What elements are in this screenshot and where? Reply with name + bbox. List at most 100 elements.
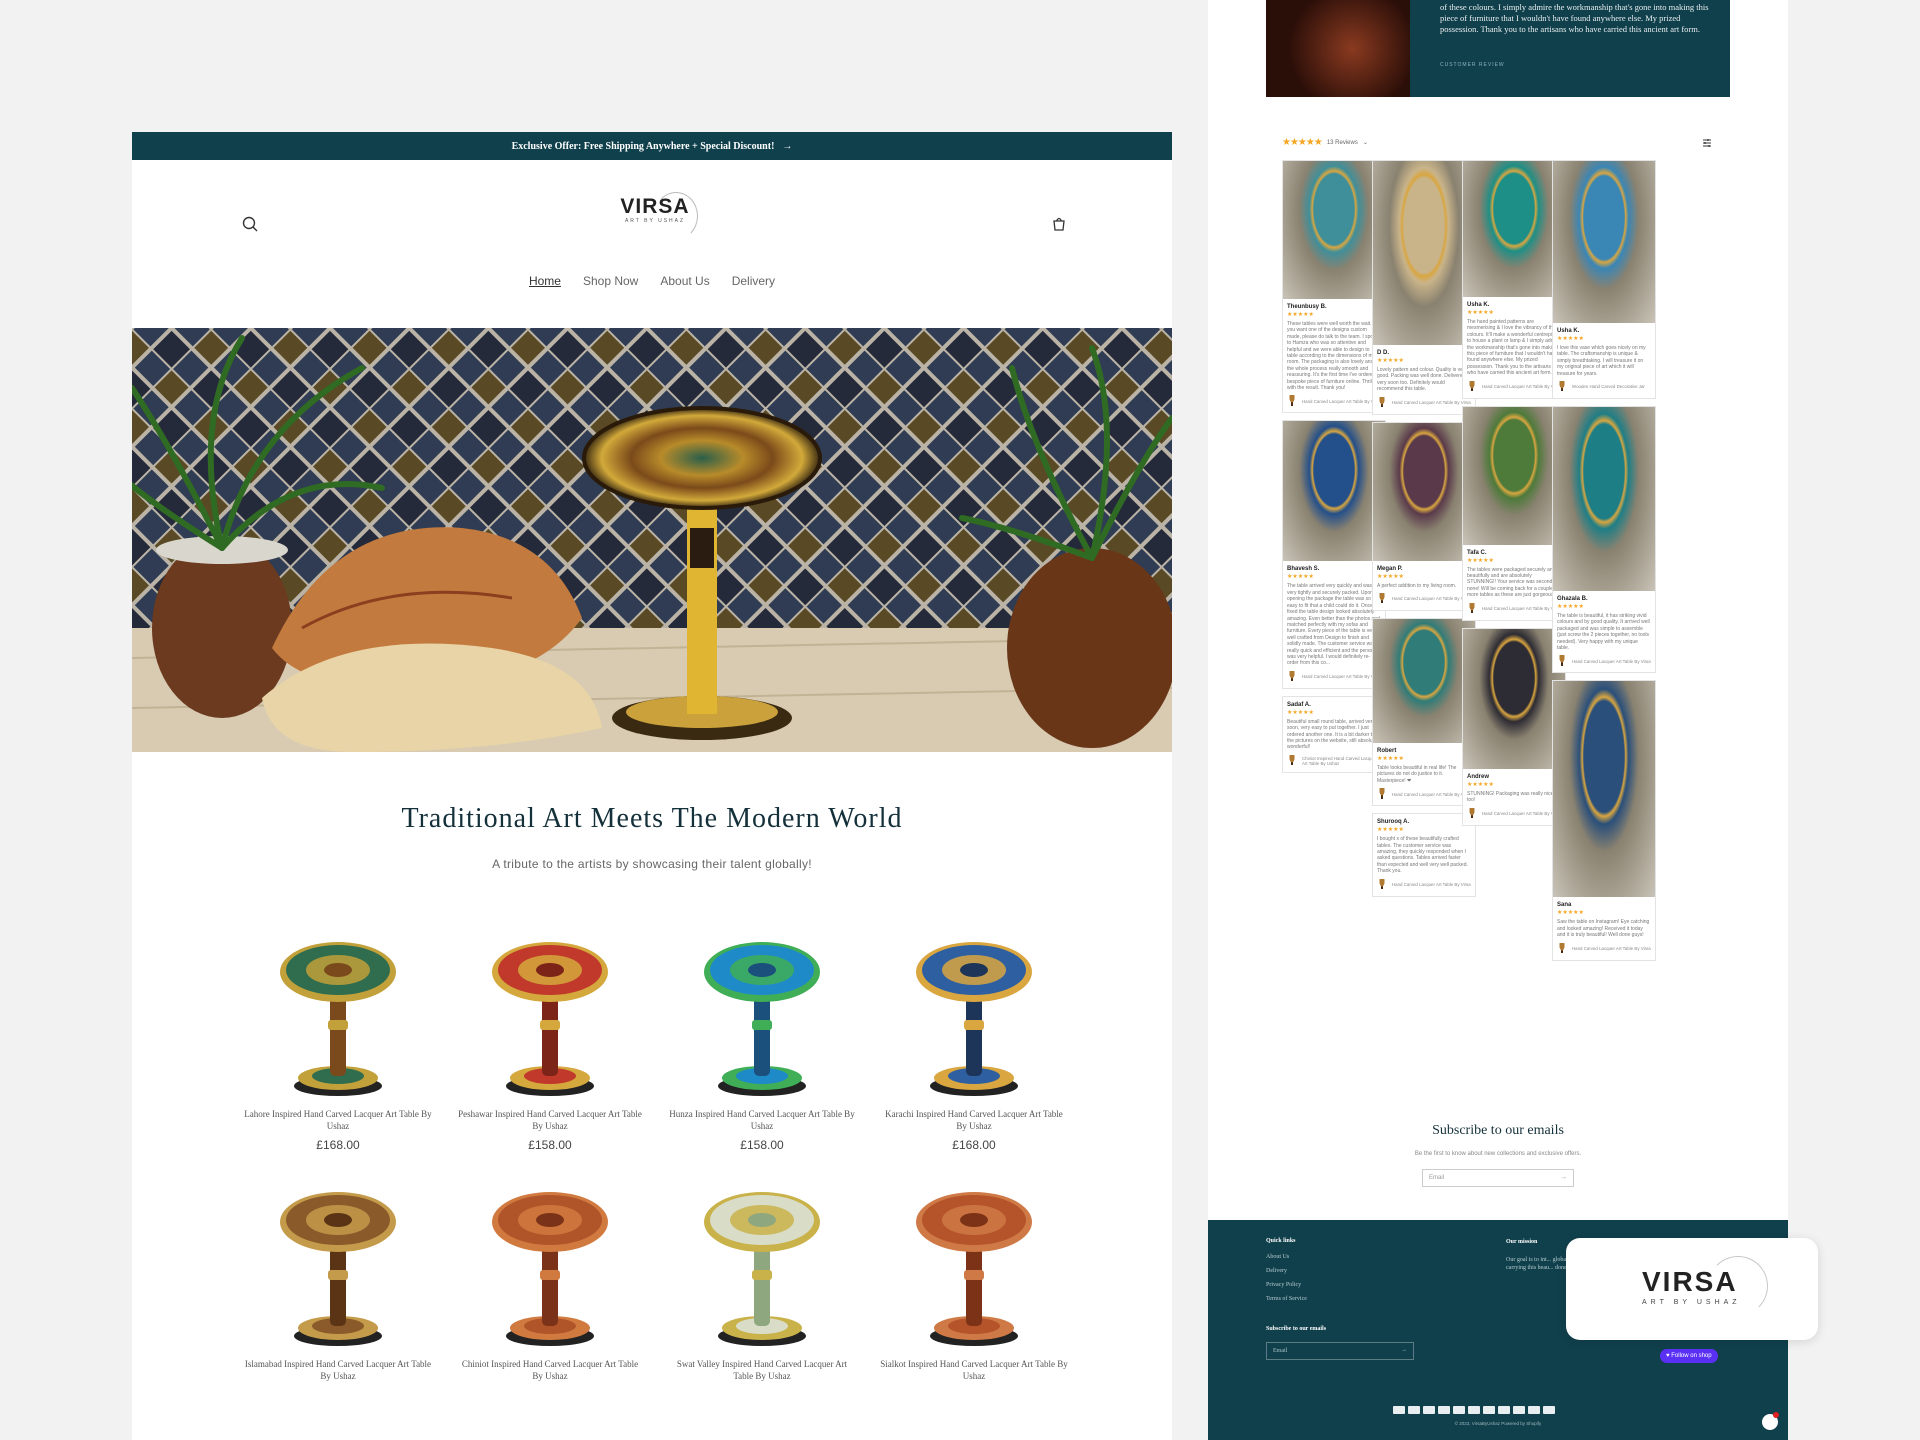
footer-link-about[interactable]: About Us: [1266, 1254, 1307, 1260]
product-thumbnail-icon: [1557, 381, 1567, 394]
product-image[interactable]: [248, 1178, 428, 1350]
testimonial-quote: of these colours. I simply admire the wo…: [1440, 2, 1709, 34]
product-title[interactable]: Sialkot Inspired Hand Carved Lacquer Art…: [868, 1358, 1080, 1382]
announcement-text: Exclusive Offer: Free Shipping Anywhere …: [511, 140, 775, 152]
review-card[interactable]: Bhavesh S. ★★★★★ The table arrived very qu…: [1282, 420, 1386, 689]
review-card[interactable]: Shurooq A. ★★★★★ I bought x of these beaut…: [1372, 813, 1476, 897]
cart-icon[interactable]: [1048, 213, 1070, 235]
product-card[interactable]: Chiniot Inspired Hand Carved Lacquer Art…: [444, 1178, 656, 1388]
review-product[interactable]: Hand Carved Lacquer Art Table By Virsa: [1287, 395, 1381, 408]
product-image[interactable]: [884, 928, 1064, 1100]
review-photo[interactable]: [1373, 619, 1475, 744]
review-photo[interactable]: [1283, 421, 1385, 562]
footer-link-delivery[interactable]: Delivery: [1266, 1268, 1307, 1274]
product-title[interactable]: Peshawar Inspired Hand Carved Lacquer Ar…: [444, 1108, 656, 1132]
nav-shop-now[interactable]: Shop Now: [583, 274, 638, 328]
product-image[interactable]: [460, 928, 640, 1100]
arrow-right-icon[interactable]: →: [1401, 1347, 1407, 1353]
product-price: £168.00: [952, 1138, 996, 1152]
product-title[interactable]: Hunza Inspired Hand Carved Lacquer Art T…: [656, 1108, 868, 1132]
site-logo[interactable]: VIRSA ART BY USHAZ: [610, 192, 700, 246]
chat-icon[interactable]: [1762, 1412, 1779, 1430]
search-icon[interactable]: [240, 214, 262, 236]
reviewer-name: Bhavesh S.: [1287, 566, 1320, 573]
product-card[interactable]: Karachi Inspired Hand Carved Lacquer Art…: [868, 928, 1080, 1152]
nav-delivery[interactable]: Delivery: [732, 274, 775, 328]
reviews-summary[interactable]: ★★★★★ 13 Reviews ⌄: [1282, 137, 1368, 148]
newsletter-email-input[interactable]: Email →: [1422, 1169, 1574, 1187]
product-image[interactable]: [884, 1178, 1064, 1350]
review-card[interactable]: Megan P. ★★★★★ A perfect addition to my li…: [1372, 421, 1476, 612]
review-photo[interactable]: [1283, 161, 1385, 299]
review-photo[interactable]: [1553, 161, 1655, 323]
product-title[interactable]: Karachi Inspired Hand Carved Lacquer Art…: [868, 1108, 1080, 1132]
review-card[interactable]: Robert ★★★★★ Table looks beautiful in real…: [1372, 618, 1476, 807]
review-product[interactable]: Hand Carved Lacquer Art Table By Virsa: [1467, 602, 1561, 615]
review-photo[interactable]: [1373, 422, 1475, 561]
review-card[interactable]: Usha K. ★★★★★ The hand painted patterns ar…: [1462, 160, 1566, 399]
review-card[interactable]: Sadaf A. ★★★★★ Beautiful small round table…: [1282, 695, 1386, 773]
nav-home[interactable]: Home: [529, 274, 561, 328]
review-card[interactable]: Usha K. ★★★★★ I love this vase which goes …: [1552, 160, 1656, 400]
review-product[interactable]: Hand Carved Lacquer Art Table By Virsa: [1557, 942, 1651, 955]
product-card[interactable]: Hunza Inspired Hand Carved Lacquer Art T…: [656, 928, 868, 1152]
chevron-down-icon: ⌄: [1362, 140, 1368, 146]
review-text: The table is beautiful, it has striking …: [1557, 613, 1650, 652]
review-photo[interactable]: [1463, 406, 1565, 545]
product-card[interactable]: Islamabad Inspired Hand Carved Lacquer A…: [232, 1178, 444, 1388]
filter-icon[interactable]: [1702, 138, 1712, 148]
review-card[interactable]: Andrew ★★★★★ STUNNING! Packaging was reall…: [1462, 627, 1566, 826]
review-product[interactable]: Hand Carved Lacquer Art Table By Virsa: [1377, 788, 1471, 801]
reviewer-name: Megan P.: [1377, 565, 1403, 572]
paypal-icon: [1498, 1406, 1510, 1414]
follow-on-shop-button[interactable]: ♥ Follow on shop: [1660, 1349, 1718, 1363]
footer-link-terms[interactable]: Terms of Service: [1266, 1296, 1307, 1302]
review-product[interactable]: Wooden Hand Carved Decorative Jar: [1557, 381, 1651, 394]
product-image[interactable]: [672, 1178, 852, 1350]
review-card[interactable]: Ghazala B. ★★★★★ The table is beautiful, i…: [1552, 406, 1656, 674]
visa-icon: [1543, 1406, 1555, 1414]
review-product-name: Hand Carved Lacquer Art Table By Virsa: [1392, 400, 1471, 406]
product-title[interactable]: Swat Valley Inspired Hand Carved Lacquer…: [656, 1358, 868, 1382]
arrow-right-icon[interactable]: →: [1560, 1174, 1567, 1181]
storefront-home-mockup: Exclusive Offer: Free Shipping Anywhere …: [132, 132, 1172, 1440]
review-product-name: Hand Carved Lacquer Art Table By Virsa: [1302, 674, 1381, 680]
review-product[interactable]: Hand Carved Lacquer Art Table By Virsa: [1467, 807, 1561, 820]
review-product[interactable]: Hand Carved Lacquer Art Table By Virsa: [1377, 396, 1471, 409]
review-text: Lovely pattern and colour. Quality is ve…: [1377, 367, 1468, 393]
product-card[interactable]: Peshawar Inspired Hand Carved Lacquer Ar…: [444, 928, 656, 1152]
review-card[interactable]: Tafa C. ★★★★★ The tables were packaged sec…: [1462, 405, 1566, 621]
product-thumbnail-icon: [1377, 396, 1387, 409]
union-pay-icon: [1528, 1406, 1540, 1414]
nav-about-us[interactable]: About Us: [660, 274, 709, 328]
product-image[interactable]: [248, 928, 428, 1100]
product-image[interactable]: [460, 1178, 640, 1350]
review-photo[interactable]: [1463, 161, 1565, 297]
review-card[interactable]: Sana ★★★★★ Saw the table on Instagram! Eye…: [1552, 680, 1656, 961]
announcement-bar[interactable]: Exclusive Offer: Free Shipping Anywhere …: [132, 132, 1172, 160]
product-image[interactable]: [672, 928, 852, 1100]
footer-link-privacy[interactable]: Privacy Policy: [1266, 1282, 1307, 1288]
review-photo[interactable]: [1373, 161, 1475, 345]
review-product[interactable]: Hand Carved Lacquer Art Table By Virsa: [1467, 380, 1561, 393]
review-product[interactable]: Chiniot Inspired Hand Carved Lacquer Art…: [1287, 754, 1381, 767]
review-product[interactable]: Hand Carved Lacquer Art Table By Virsa: [1377, 878, 1471, 891]
review-product[interactable]: Hand Carved Lacquer Art Table By Virsa: [1557, 655, 1651, 668]
footer-email-input[interactable]: Email →: [1266, 1342, 1414, 1360]
review-photo[interactable]: [1553, 407, 1655, 592]
review-photo[interactable]: [1553, 681, 1655, 898]
product-thumbnail-icon: [1557, 942, 1567, 955]
product-title[interactable]: Lahore Inspired Hand Carved Lacquer Art …: [232, 1108, 444, 1132]
product-title[interactable]: Islamabad Inspired Hand Carved Lacquer A…: [232, 1358, 444, 1382]
product-card[interactable]: Lahore Inspired Hand Carved Lacquer Art …: [232, 928, 444, 1152]
discover-icon: [1438, 1406, 1450, 1414]
product-title[interactable]: Chiniot Inspired Hand Carved Lacquer Art…: [444, 1358, 656, 1382]
reviewer-name: Usha K.: [1467, 302, 1490, 308]
review-photo[interactable]: [1463, 628, 1565, 769]
review-product[interactable]: Hand Carved Lacquer Art Table By Virsa: [1287, 670, 1381, 683]
review-card[interactable]: Theunbusy B. ★★★★★ These tables were well …: [1282, 160, 1386, 414]
review-product[interactable]: Hand Carved Lacquer Art Table By Virsa: [1377, 593, 1471, 606]
product-card[interactable]: Swat Valley Inspired Hand Carved Lacquer…: [656, 1178, 868, 1388]
product-card[interactable]: Sialkot Inspired Hand Carved Lacquer Art…: [868, 1178, 1080, 1388]
review-card[interactable]: D D. ★★★★★ Lovely pattern and colour. Qual…: [1372, 160, 1476, 415]
